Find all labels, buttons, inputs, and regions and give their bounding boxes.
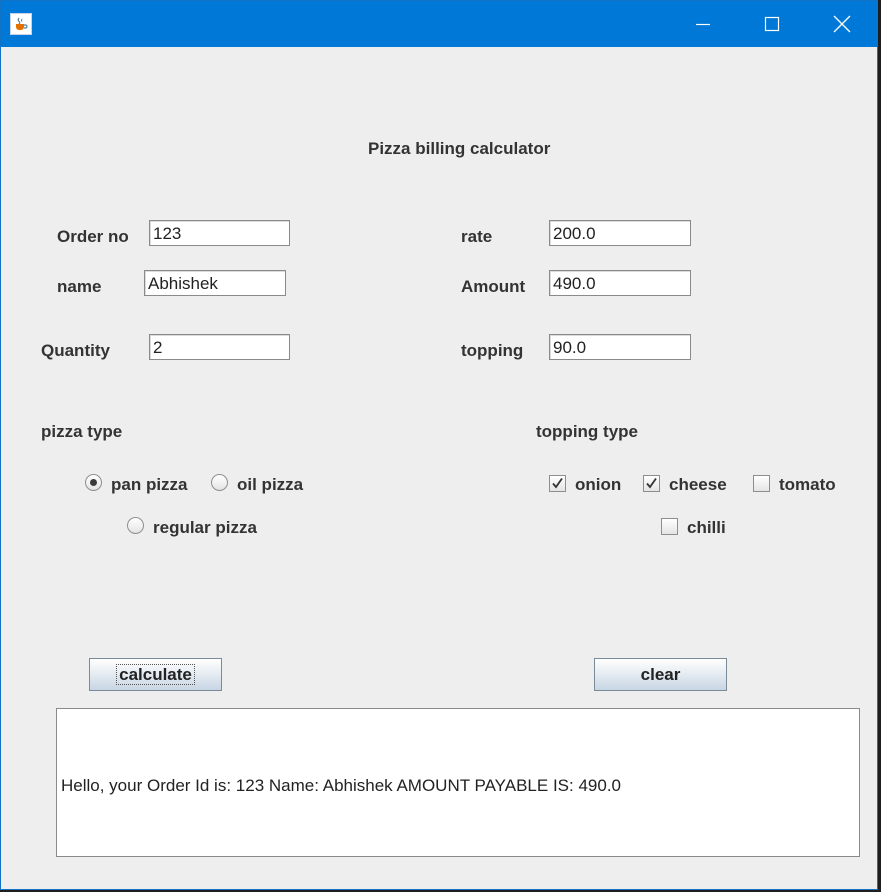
output-text: Hello, your Order Id is: 123 Name: Abhis… <box>61 776 621 795</box>
onion-checkbox[interactable] <box>549 475 566 492</box>
checkmark-icon <box>646 477 657 489</box>
amount-label: Amount <box>461 277 526 296</box>
cheese-label[interactable]: cheese <box>669 475 727 495</box>
pan-pizza-radio[interactable] <box>85 474 102 491</box>
topping-type-heading: topping type <box>536 422 638 441</box>
tomato-label[interactable]: tomato <box>779 475 836 495</box>
rate-field[interactable]: 200.0 <box>549 220 691 246</box>
java-cup-icon[interactable] <box>10 13 32 35</box>
chilli-label[interactable]: chilli <box>687 518 726 538</box>
calculate-button-label: calculate <box>116 664 195 685</box>
oil-pizza-label[interactable]: oil pizza <box>237 475 303 495</box>
topping-label: topping <box>461 341 524 360</box>
minimize-icon <box>696 23 710 26</box>
calculate-button[interactable]: calculate <box>89 658 222 691</box>
chilli-checkbox[interactable] <box>661 518 678 535</box>
quantity-label: Quantity <box>41 341 110 360</box>
minimize-button[interactable] <box>668 1 738 47</box>
regular-pizza-label[interactable]: regular pizza <box>153 518 257 538</box>
app-window: Pizza billing calculator Order no 123 na… <box>0 0 878 890</box>
oil-pizza-radio[interactable] <box>211 474 228 491</box>
pan-pizza-label[interactable]: pan pizza <box>111 475 188 495</box>
order-no-label: Order no <box>57 227 129 246</box>
quantity-field[interactable]: 2 <box>149 334 290 360</box>
title-bar[interactable] <box>1 1 877 47</box>
pizza-type-heading: pizza type <box>41 422 123 441</box>
clear-button[interactable]: clear <box>594 658 727 691</box>
form-title: Pizza billing calculator <box>368 139 551 158</box>
onion-label[interactable]: onion <box>575 475 621 495</box>
name-label: name <box>57 277 102 296</box>
tomato-checkbox[interactable] <box>753 475 770 492</box>
rate-label: rate <box>461 227 493 246</box>
close-button[interactable] <box>807 1 877 47</box>
order-no-field[interactable]: 123 <box>149 220 290 246</box>
regular-pizza-radio[interactable] <box>127 517 144 534</box>
output-text-area[interactable]: Hello, your Order Id is: 123 Name: Abhis… <box>56 708 860 857</box>
maximize-button[interactable] <box>737 1 807 47</box>
topping-field[interactable]: 90.0 <box>549 334 691 360</box>
cheese-checkbox[interactable] <box>643 475 660 492</box>
name-field[interactable]: Abhishek <box>144 270 286 296</box>
maximize-icon <box>764 16 780 32</box>
close-icon <box>833 15 851 33</box>
amount-field[interactable]: 490.0 <box>549 270 691 296</box>
checkmark-icon <box>552 477 563 489</box>
